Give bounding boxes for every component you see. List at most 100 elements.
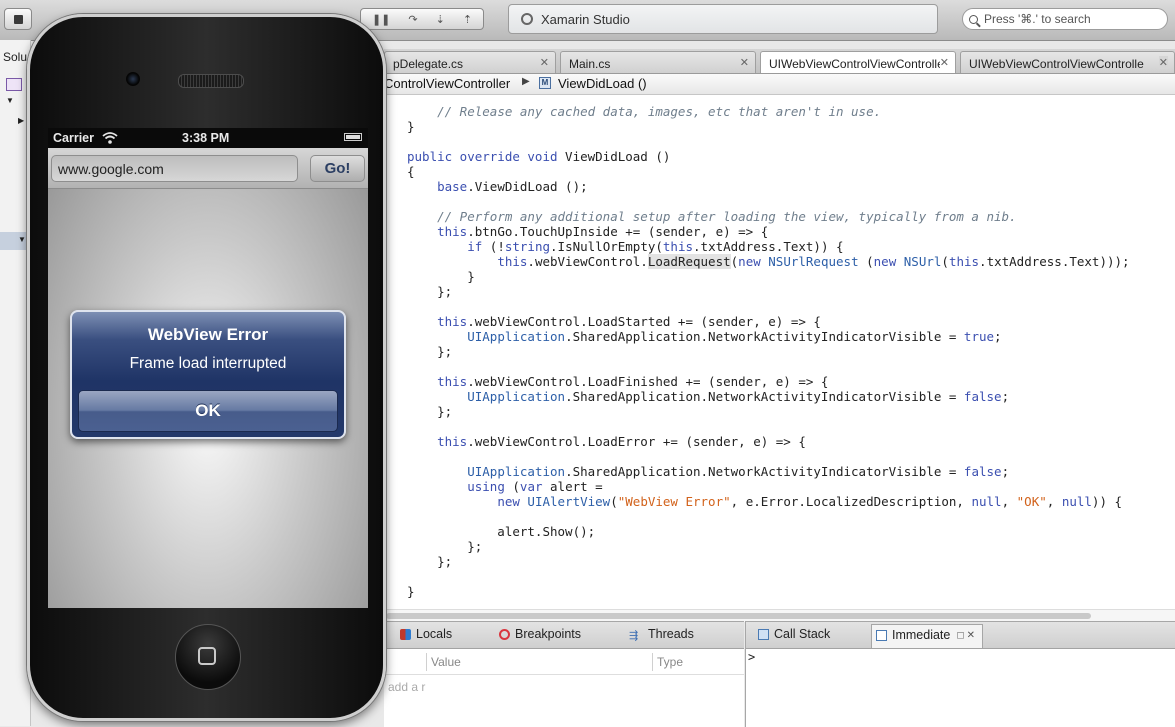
selected-row[interactable]: ▼: [0, 232, 30, 250]
breadcrumb-class[interactable]: ControlViewController: [384, 76, 510, 91]
code-line[interactable]: this.webViewControl.LoadRequest(new NSUr…: [407, 254, 1130, 269]
code-line[interactable]: [407, 569, 1130, 584]
editor-tab-bar: pDelegate.cs ✕ Main.cs ✕ UIWebViewControlV…: [384, 49, 1175, 74]
code-line[interactable]: }: [407, 269, 1130, 284]
code-token: (!: [482, 239, 505, 254]
code-token: LoadRequest: [647, 254, 731, 269]
pause-icon[interactable]: ❚❚: [372, 13, 390, 26]
code-line[interactable]: [407, 509, 1130, 524]
tab-label: Immediate: [892, 628, 951, 642]
restore-icon[interactable]: ◻: [956, 630, 964, 641]
code-text[interactable]: // Release any cached data, images, etc …: [407, 104, 1130, 599]
step-over-icon[interactable]: ↷: [408, 13, 417, 26]
tab-viewcontroller-2[interactable]: UIWebViewControlViewControlle ✕: [960, 51, 1175, 73]
code-line[interactable]: [407, 134, 1130, 149]
window-title: Xamarin Studio: [541, 11, 630, 27]
code-line[interactable]: [407, 299, 1130, 314]
tab-label: Locals: [416, 627, 453, 641]
code-line[interactable]: new UIAlertView("WebView Error", e.Error…: [407, 494, 1130, 509]
url-field[interactable]: www.google.com: [51, 155, 298, 182]
tab-breakpoints[interactable]: Breakpoints: [499, 627, 581, 641]
tab-main[interactable]: Main.cs ✕: [560, 51, 756, 73]
tab-immediate[interactable]: Immediate ◻ ✕: [871, 624, 983, 648]
step-out-icon[interactable]: ⇡: [463, 13, 472, 26]
add-watch-hint[interactable]: add a r: [388, 680, 425, 694]
expand-arrow-icon[interactable]: ▶: [18, 116, 24, 125]
scrollbar-thumb[interactable]: [386, 613, 1091, 619]
code-token: };: [407, 404, 453, 419]
code-editor[interactable]: // Release any cached data, images, etc …: [384, 95, 1175, 609]
code-token: this: [497, 254, 528, 269]
alert-title: WebView Error: [147, 325, 269, 344]
code-line[interactable]: {: [407, 164, 1130, 179]
search-icon: [969, 14, 978, 24]
close-icon[interactable]: ✕: [1158, 56, 1168, 69]
code-line[interactable]: UIApplication.SharedApplication.NetworkA…: [407, 329, 1130, 344]
column-header-type[interactable]: Type: [652, 653, 745, 671]
go-button[interactable]: Go!: [310, 155, 365, 182]
code-line[interactable]: }: [407, 119, 1130, 134]
search-placeholder: Press '⌘.' to search: [984, 12, 1091, 26]
immediate-prompt[interactable]: >: [748, 650, 755, 664]
close-icon[interactable]: ✕: [939, 56, 949, 69]
code-token: this: [437, 224, 468, 239]
tab-threads[interactable]: ⇶ Threads: [629, 627, 694, 642]
code-line[interactable]: base.ViewDidLoad ();: [407, 179, 1130, 194]
code-token: alert.Show();: [407, 524, 596, 539]
code-line[interactable]: }: [407, 584, 1130, 599]
address-bar: www.google.com Go!: [48, 148, 368, 189]
close-icon[interactable]: ✕: [967, 630, 975, 641]
simulator-screen: Carrier 3:38 PM www.google.com Go! WebVi…: [48, 128, 368, 608]
solution-icon: [6, 78, 22, 91]
code-line[interactable]: alert.Show();: [407, 524, 1130, 539]
close-icon[interactable]: ✕: [540, 56, 549, 69]
search-input[interactable]: Press '⌘.' to search: [962, 8, 1168, 30]
code-token: NSUrl: [903, 254, 942, 269]
code-token: // Release any cached data, images, etc …: [437, 104, 882, 119]
code-line[interactable]: public override void ViewDidLoad (): [407, 149, 1130, 164]
code-line[interactable]: [407, 419, 1130, 434]
close-icon[interactable]: ✕: [740, 56, 749, 69]
code-line[interactable]: UIApplication.SharedApplication.NetworkA…: [407, 389, 1130, 404]
code-line[interactable]: };: [407, 284, 1130, 299]
tab-appdelegate[interactable]: pDelegate.cs ✕: [384, 51, 556, 73]
code-token: UIAlertView: [527, 494, 611, 509]
code-line[interactable]: if (!string.IsNullOrEmpty(this.txtAddres…: [407, 239, 1130, 254]
code-token: this: [662, 239, 694, 254]
code-line[interactable]: };: [407, 344, 1130, 359]
code-line[interactable]: };: [407, 554, 1130, 569]
tab-call-stack[interactable]: Call Stack: [758, 627, 830, 641]
code-line[interactable]: };: [407, 404, 1130, 419]
code-line[interactable]: };: [407, 539, 1130, 554]
code-line[interactable]: [407, 194, 1130, 209]
tab-locals[interactable]: Locals: [400, 627, 452, 641]
step-into-icon[interactable]: ⇣: [436, 13, 445, 26]
code-token: (: [610, 494, 618, 509]
code-line[interactable]: using (var alert =: [407, 479, 1130, 494]
code-line[interactable]: // Release any cached data, images, etc …: [407, 104, 1130, 119]
code-line[interactable]: this.webViewControl.LoadFinished += (sen…: [407, 374, 1130, 389]
code-line[interactable]: this.btnGo.TouchUpInside += (sender, e) …: [407, 224, 1130, 239]
code-token: null: [1061, 494, 1092, 509]
code-token: ,: [1001, 494, 1017, 509]
tab-viewcontroller[interactable]: UIWebViewControlViewControlle ✕: [760, 51, 956, 73]
code-line[interactable]: UIApplication.SharedApplication.NetworkA…: [407, 464, 1130, 479]
stop-button[interactable]: [4, 8, 32, 30]
code-line[interactable]: [407, 449, 1130, 464]
breakpoint-icon: [499, 628, 510, 640]
expand-arrow-icon[interactable]: ▼: [6, 96, 14, 105]
code-line[interactable]: // Perform any additional setup after lo…: [407, 209, 1130, 224]
code-token: var: [519, 479, 543, 494]
breadcrumb-method[interactable]: ViewDidLoad (): [558, 76, 647, 91]
pad-tab-bar: Call Stack Immediate ◻ ✕: [746, 622, 1175, 649]
code-token: alert =: [542, 479, 603, 494]
code-line[interactable]: this.webViewControl.LoadStarted += (send…: [407, 314, 1130, 329]
home-button[interactable]: [175, 624, 241, 690]
code-token: };: [407, 344, 453, 359]
column-header-value[interactable]: Value: [426, 653, 653, 671]
ok-button[interactable]: OK: [78, 390, 338, 432]
code-line[interactable]: this.webViewControl.LoadError += (sender…: [407, 434, 1130, 449]
code-line[interactable]: [407, 359, 1130, 374]
debug-controls[interactable]: ❚❚ ↷ ⇣ ⇡: [360, 8, 484, 30]
